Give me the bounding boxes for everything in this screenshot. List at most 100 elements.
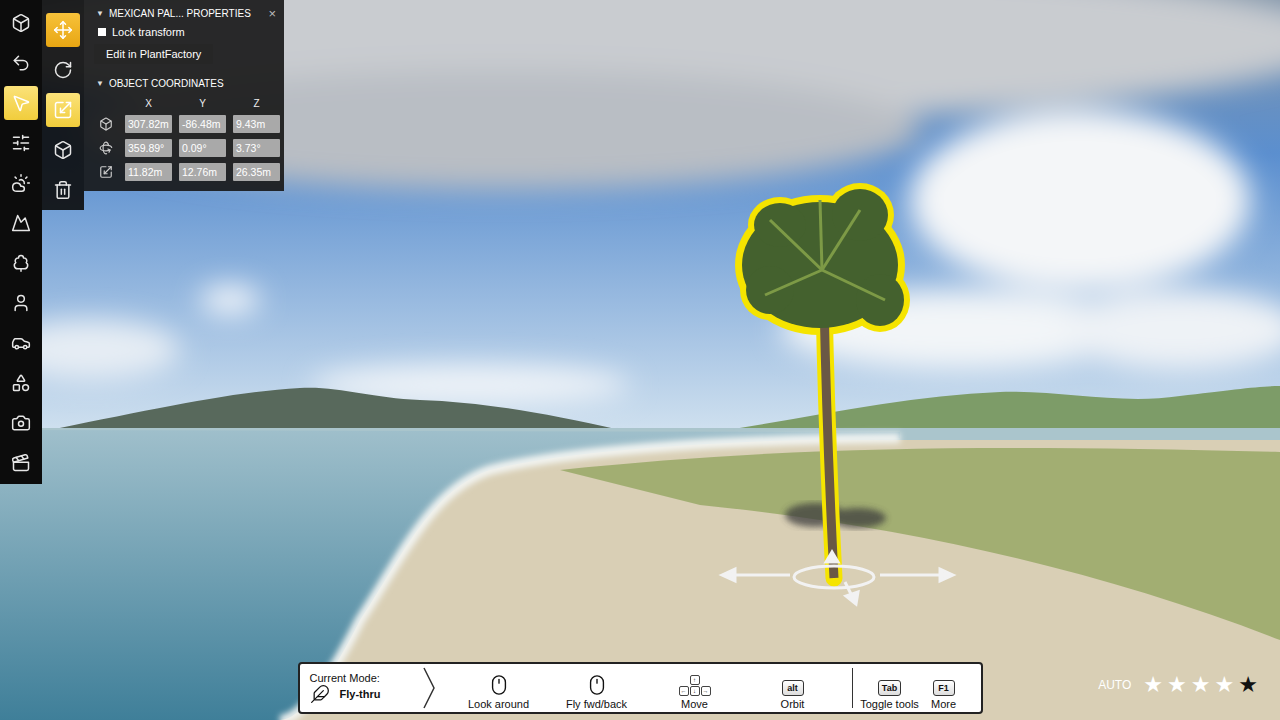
tool-button[interactable] bbox=[46, 173, 80, 207]
tool-slot bbox=[4, 83, 38, 123]
terrain-icon bbox=[11, 213, 31, 233]
tool-button[interactable] bbox=[4, 126, 38, 160]
star-icon[interactable]: ★ bbox=[1167, 674, 1187, 696]
tool-slot bbox=[4, 243, 38, 283]
tool-button[interactable] bbox=[4, 46, 38, 80]
star-icon[interactable]: ★ bbox=[1215, 674, 1235, 696]
action-label: Orbit bbox=[781, 698, 805, 710]
tool-button[interactable] bbox=[4, 246, 38, 280]
wings-icon bbox=[310, 684, 330, 704]
transform-gizmo[interactable] bbox=[722, 552, 953, 604]
tool-button[interactable] bbox=[46, 133, 80, 167]
panel-header: ▼MEXICAN PAL... PROPERTIES × bbox=[84, 4, 284, 20]
tool-button[interactable] bbox=[4, 366, 38, 400]
tool-button[interactable] bbox=[4, 166, 38, 200]
position-icon bbox=[99, 117, 113, 131]
mode-action[interactable]: ↑←↓→ Move bbox=[646, 664, 744, 712]
action-label: Move bbox=[681, 698, 708, 710]
coordinate-field[interactable]: 11.82m bbox=[125, 163, 172, 181]
arrow-key: ← bbox=[679, 686, 689, 696]
row-icon-holder bbox=[94, 141, 118, 155]
close-button[interactable]: × bbox=[266, 7, 278, 20]
checkbox-label: Lock transform bbox=[112, 26, 185, 38]
coordinate-field[interactable]: 12.76m bbox=[179, 163, 226, 181]
settings-icon bbox=[11, 133, 31, 153]
panel-title-group[interactable]: ▼MEXICAN PAL... PROPERTIES bbox=[96, 8, 251, 19]
tool-button[interactable] bbox=[46, 13, 80, 47]
clouds bbox=[0, 0, 1280, 405]
expand-toggle[interactable]: ▼ bbox=[96, 79, 104, 88]
key-cap: Tab bbox=[878, 680, 901, 696]
coordinate-field[interactable]: 26.35m bbox=[233, 163, 280, 181]
tool-button[interactable] bbox=[46, 53, 80, 87]
column-header: X bbox=[125, 98, 172, 109]
lock-transform-checkbox[interactable]: Lock transform bbox=[84, 20, 284, 38]
cube-icon bbox=[53, 140, 73, 160]
tool-button[interactable] bbox=[4, 6, 38, 40]
coordinate-field[interactable]: 359.89° bbox=[125, 139, 172, 157]
tool-slot bbox=[46, 10, 80, 50]
edit-plantfactory-button[interactable]: Edit in PlantFactory bbox=[94, 44, 213, 64]
checkbox-box[interactable] bbox=[98, 28, 106, 36]
properties-panel: ▼MEXICAN PAL... PROPERTIES × Lock transfor… bbox=[84, 0, 284, 191]
star-icon[interactable]: ★ bbox=[1143, 674, 1163, 696]
transform-toolbar bbox=[42, 0, 84, 210]
tool-slot bbox=[4, 123, 38, 163]
rotate-icon bbox=[53, 60, 73, 80]
tool-slot bbox=[46, 50, 80, 90]
column-header: Z bbox=[233, 98, 280, 109]
quality-stars: AUTO★★★★★ bbox=[1098, 674, 1280, 702]
star-icon[interactable]: ★ bbox=[1238, 674, 1258, 696]
section-header[interactable]: ▼OBJECT COORDINATES bbox=[84, 74, 284, 90]
rotation-icon bbox=[99, 141, 113, 155]
chevron-icon bbox=[422, 664, 436, 712]
tool-button[interactable] bbox=[4, 86, 38, 120]
trash-icon bbox=[53, 180, 73, 200]
move-icon bbox=[53, 20, 73, 40]
mode-action[interactable]: altOrbit bbox=[744, 664, 842, 712]
coordinate-field[interactable]: 3.73° bbox=[233, 139, 280, 157]
ui-overlay: ▼MEXICAN PAL... PROPERTIES × Lock transfor… bbox=[0, 0, 1280, 720]
vehicle-icon bbox=[11, 333, 31, 353]
select-icon bbox=[11, 93, 31, 113]
expand-toggle[interactable]: ▼ bbox=[96, 9, 104, 18]
size-icon bbox=[99, 165, 113, 179]
coordinate-field[interactable]: 9.43m bbox=[233, 115, 280, 133]
coordinates-section: ▼OBJECT COORDINATES XYZ 307.82m -86.48m 9.43… bbox=[84, 64, 284, 181]
tool-button[interactable] bbox=[4, 446, 38, 480]
plant-icon bbox=[11, 253, 31, 273]
bottom-row: Current Mode:Fly-thruLook aroundFly fwd/… bbox=[0, 662, 1280, 720]
mode-line: Fly-thru bbox=[310, 684, 422, 704]
objects-icon bbox=[11, 373, 31, 393]
tool-button[interactable] bbox=[46, 93, 80, 127]
star-icon[interactable]: ★ bbox=[1191, 674, 1211, 696]
section-title-group[interactable]: ▼OBJECT COORDINATES bbox=[96, 78, 224, 89]
coordinate-field[interactable]: 307.82m bbox=[125, 115, 172, 133]
help-action[interactable]: F1More bbox=[917, 664, 971, 712]
tool-button[interactable] bbox=[4, 286, 38, 320]
atmosphere-icon bbox=[11, 173, 31, 193]
coordinate-field[interactable]: 0.09° bbox=[179, 139, 226, 157]
palm-tree[interactable] bbox=[735, 183, 910, 578]
mode-action[interactable]: Fly fwd/back bbox=[548, 664, 646, 712]
arrow-key: ↑ bbox=[690, 675, 700, 685]
tool-button[interactable] bbox=[4, 206, 38, 240]
mode-action[interactable]: Look around bbox=[450, 664, 548, 712]
divider bbox=[852, 668, 853, 708]
column-header: Y bbox=[179, 98, 226, 109]
tool-slot bbox=[4, 43, 38, 83]
row-icon-holder bbox=[94, 117, 118, 131]
tool-button[interactable] bbox=[4, 406, 38, 440]
undo-icon bbox=[11, 53, 31, 73]
tool-slot bbox=[4, 283, 38, 323]
help-action[interactable]: TabToggle tools bbox=[863, 664, 917, 712]
arrow-keys: ↑←↓→ bbox=[679, 675, 711, 696]
tool-slot bbox=[4, 3, 38, 43]
main-toolbar bbox=[0, 0, 42, 484]
tool-button[interactable] bbox=[4, 326, 38, 360]
grass bbox=[560, 448, 1280, 640]
row-icon-holder bbox=[94, 165, 118, 179]
tool-slot bbox=[4, 323, 38, 363]
tool-slot bbox=[46, 130, 80, 170]
coordinate-field[interactable]: -86.48m bbox=[179, 115, 226, 133]
